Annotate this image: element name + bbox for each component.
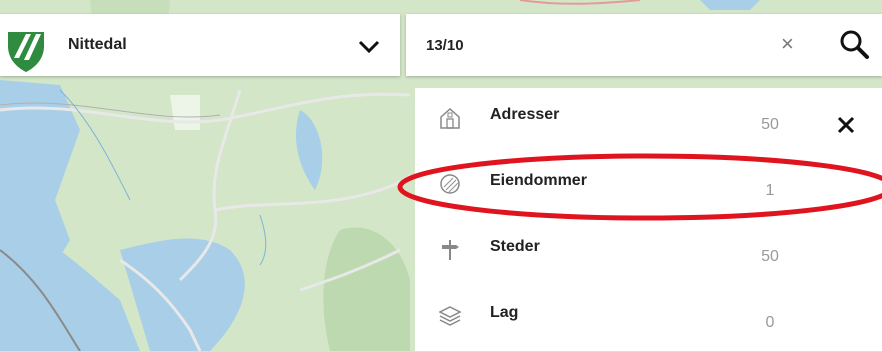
- municipality-selector[interactable]: Nittedal: [0, 14, 400, 76]
- category-label: Steder: [490, 238, 540, 255]
- category-count: 0: [765, 314, 775, 331]
- clear-search-icon[interactable]: ×: [781, 33, 794, 55]
- house-icon: [440, 107, 460, 129]
- result-category-eiendommer[interactable]: Eiendommer 1: [415, 154, 882, 220]
- category-label: Adresser: [490, 106, 560, 123]
- layers-icon: [439, 306, 461, 326]
- chevron-down-icon[interactable]: [356, 38, 382, 56]
- result-category-lag[interactable]: Lag 0: [415, 286, 882, 352]
- result-category-adresser[interactable]: Adresser 50: [415, 88, 882, 154]
- search-bar: ×: [406, 14, 882, 76]
- category-count: 50: [761, 248, 779, 265]
- search-results-panel: Adresser 50 Eiendommer 1 Steder 50 Lag 0: [415, 88, 882, 351]
- category-label: Lag: [490, 304, 519, 321]
- municipality-logo-icon: [8, 32, 44, 72]
- property-icon: [440, 174, 460, 194]
- search-input[interactable]: [424, 30, 758, 60]
- category-count: 50: [761, 116, 779, 133]
- category-label: Eiendommer: [490, 172, 587, 189]
- category-count: 1: [765, 182, 775, 199]
- close-icon[interactable]: [836, 115, 856, 135]
- signpost-icon: [442, 240, 459, 260]
- municipality-name: Nittedal: [68, 36, 127, 53]
- search-icon[interactable]: [838, 28, 870, 60]
- result-category-steder[interactable]: Steder 50: [415, 220, 882, 286]
